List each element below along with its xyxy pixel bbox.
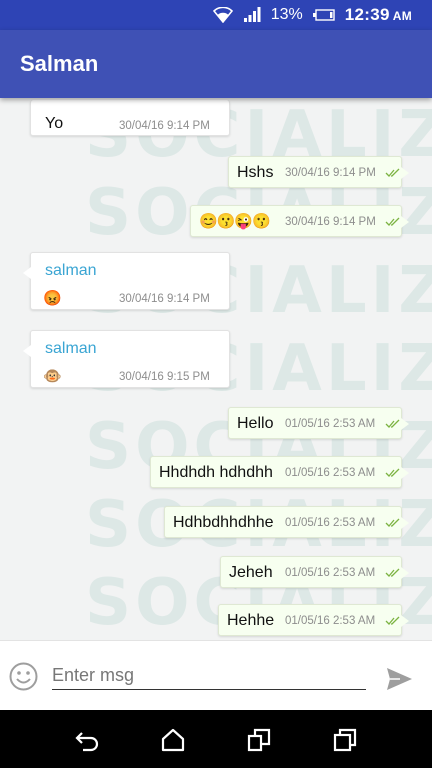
message-bubble-incoming[interactable]: salman 🐵 30/04/16 9:15 PM <box>23 330 230 388</box>
message-timestamp: 01/05/16 2:53 AM <box>285 418 376 430</box>
bubble-tail <box>401 517 409 529</box>
read-ticks-icon <box>385 168 400 177</box>
send-icon[interactable] <box>386 667 413 691</box>
message-composer <box>0 640 432 711</box>
read-ticks-icon <box>385 518 400 527</box>
message-input[interactable] <box>52 661 366 690</box>
back-icon[interactable] <box>74 727 100 753</box>
bubble-tail <box>401 216 409 228</box>
status-bar: 13% 12:39 AM <box>0 0 432 30</box>
message-timestamp: 01/05/16 2:53 AM <box>285 517 376 529</box>
signal-icon <box>243 7 261 23</box>
clock: 12:39 AM <box>345 5 412 25</box>
message-timestamp: 30/04/16 9:14 PM <box>285 216 376 228</box>
bubble-tail <box>401 567 409 579</box>
sender-name: salman <box>45 262 97 279</box>
message-timestamp: 01/05/16 2:53 AM <box>285 567 376 579</box>
clock-time: 12:39 <box>344 5 390 24</box>
app-bar: Salman <box>0 30 432 98</box>
battery-percent: 13% <box>270 6 303 23</box>
read-ticks-icon <box>385 217 400 226</box>
message-text: 😡 <box>43 290 62 307</box>
bubble-tail <box>401 615 409 627</box>
message-text: Hello <box>237 415 274 432</box>
bubble-tail <box>401 467 409 479</box>
message-bubble-outgoing[interactable]: Hello 01/05/16 2:53 AM <box>228 407 409 439</box>
message-timestamp: 30/04/16 9:14 PM <box>119 293 210 305</box>
message-text: Hshs <box>237 164 274 181</box>
navigation-bar <box>0 710 432 768</box>
message-bubble-outgoing[interactable]: Jeheh 01/05/16 2:53 AM <box>220 556 409 588</box>
message-bubble-outgoing[interactable]: Hshs 30/04/16 9:14 PM <box>228 156 409 188</box>
message-text: Jeheh <box>229 564 273 581</box>
read-ticks-icon <box>385 468 400 477</box>
read-ticks-icon <box>385 616 400 625</box>
message-timestamp: 30/04/16 9:14 PM <box>285 167 376 179</box>
screen-switch-icon[interactable] <box>246 727 272 753</box>
message-bubble-incoming[interactable]: Yo 30/04/16 9:14 PM <box>30 100 230 136</box>
battery-icon <box>312 9 335 21</box>
wifi-icon <box>212 7 233 23</box>
message-bubble-outgoing[interactable]: Hhdhdh hdhdhh 01/05/16 2:53 AM <box>150 456 409 488</box>
sender-name: salman <box>45 340 97 357</box>
message-bubble-incoming[interactable]: salman 😡 30/04/16 9:14 PM <box>23 252 230 310</box>
message-bubble-outgoing[interactable]: Hehhe 01/05/16 2:53 AM <box>218 604 409 636</box>
bubble-tail <box>23 345 31 357</box>
message-text: Hehhe <box>227 612 275 629</box>
message-timestamp: 01/05/16 2:53 AM <box>285 467 376 479</box>
message-text: Yo <box>45 115 64 132</box>
bubble-tail <box>401 418 409 430</box>
message-timestamp: 30/04/16 9:14 PM <box>119 120 210 132</box>
message-text: Hdhbdhhdhhe <box>173 514 274 531</box>
home-icon[interactable] <box>160 727 186 753</box>
message-timestamp: 30/04/16 9:15 PM <box>119 371 210 383</box>
message-timestamp: 01/05/16 2:53 AM <box>285 615 376 627</box>
message-bubble-outgoing[interactable]: 😊😗😜😗 30/04/16 9:14 PM <box>190 205 409 237</box>
bubble-tail <box>23 267 31 279</box>
message-text: 🐵 <box>43 368 62 385</box>
chat-area[interactable]: SOCIALIZE SOCIALIZE SOCIALIZE SOCIALIZE … <box>0 98 432 640</box>
message-text: 😊😗😜😗 <box>199 213 271 230</box>
recents-icon[interactable] <box>332 727 358 753</box>
message-bubble-outgoing[interactable]: Hdhbdhhdhhe 01/05/16 2:53 AM <box>164 506 409 538</box>
read-ticks-icon <box>385 419 400 428</box>
message-text: Hhdhdh hdhdhh <box>159 464 273 481</box>
read-ticks-icon <box>385 568 400 577</box>
emoji-icon[interactable] <box>9 662 38 691</box>
clock-ampm: AM <box>392 9 412 23</box>
conversation-title: Salman <box>20 51 99 76</box>
bubble-tail <box>401 167 409 179</box>
